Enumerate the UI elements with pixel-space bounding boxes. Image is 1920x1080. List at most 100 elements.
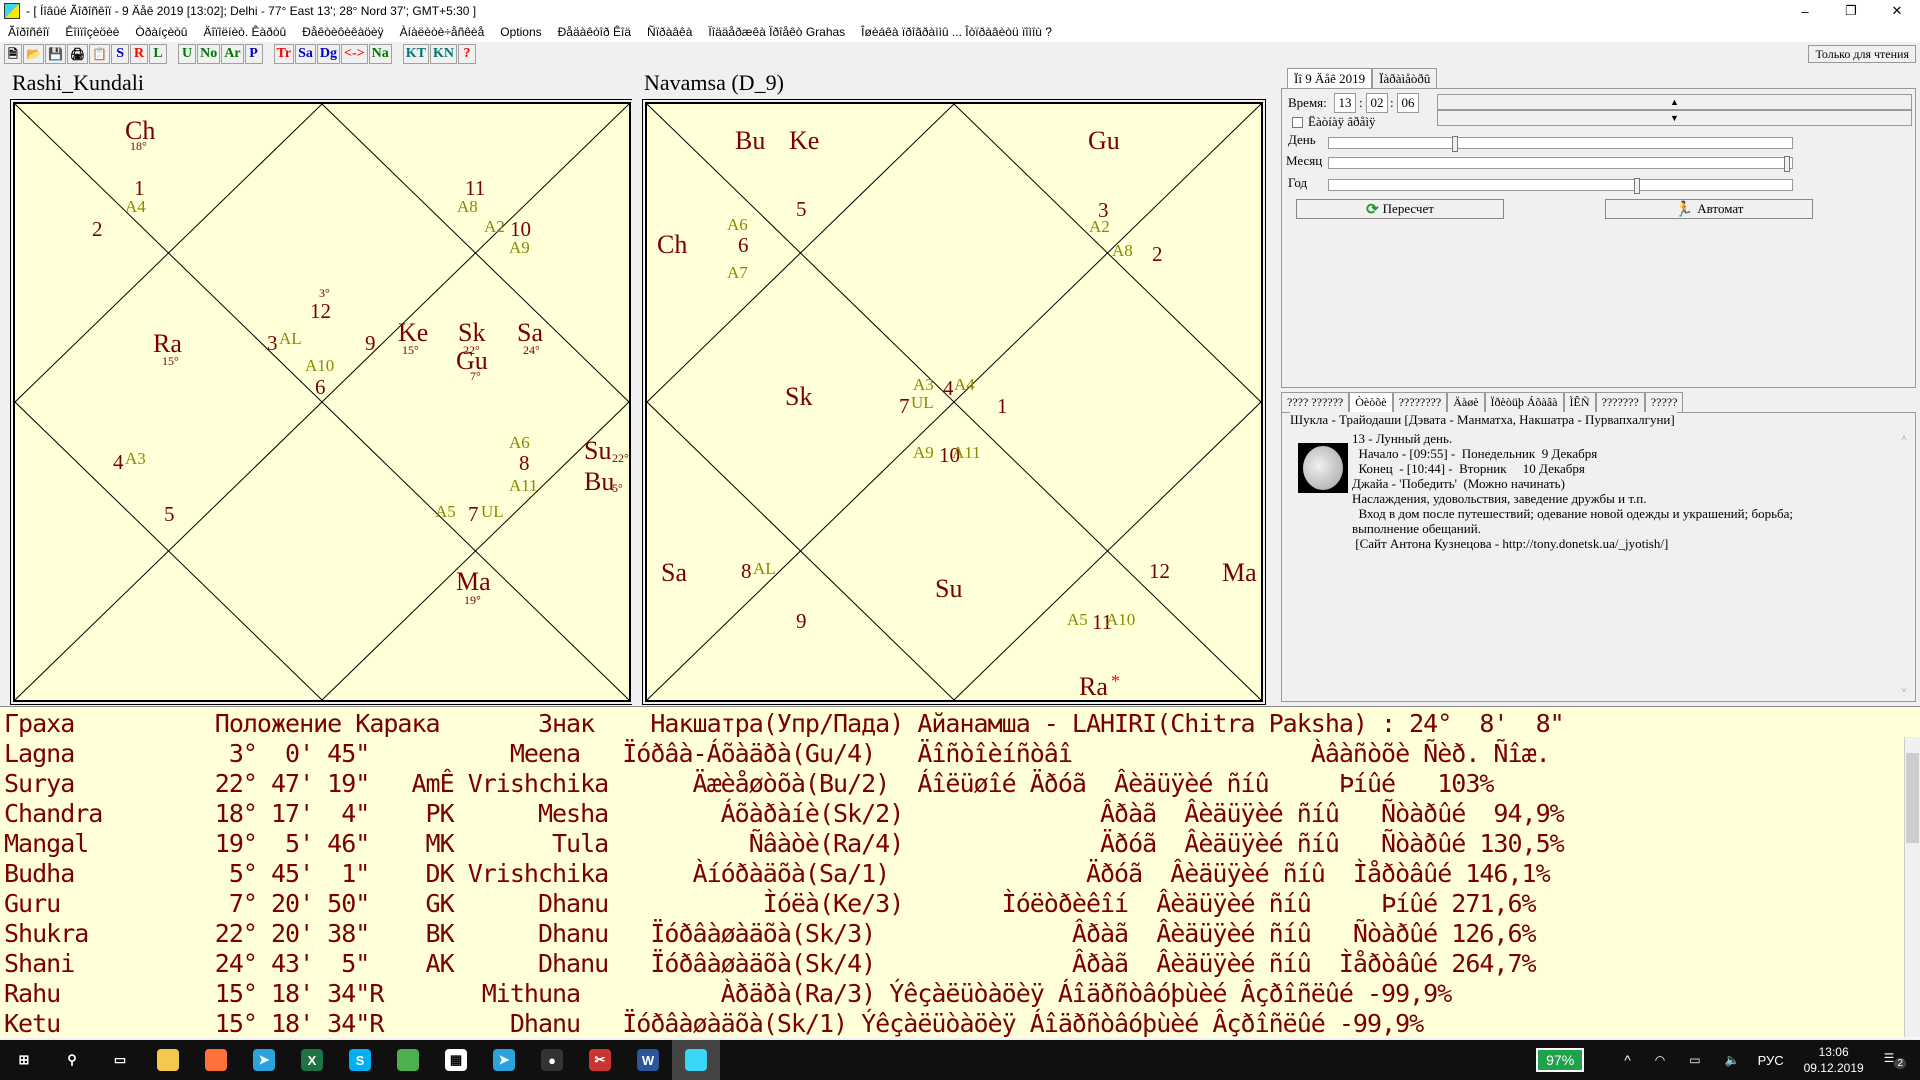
table-row[interactable]: Shani 24° 43' 5" AK Dhanu Ïóðâàøàäõà(Sk/… [4,949,1537,979]
second-input[interactable]: 06 [1397,93,1419,113]
clipboard-icon[interactable]: 📋 [89,44,111,64]
telegram-2-icon[interactable]: ➤ [480,1040,528,1080]
hour-input[interactable]: 13 [1334,93,1356,113]
toolbar-button-kt[interactable]: KT [402,44,429,64]
clock[interactable]: 13:06 09.12.2019 [1804,1044,1864,1076]
toolbar-button-u[interactable]: U [178,44,197,64]
year-slider[interactable] [1328,178,1793,194]
battery-indicator[interactable]: 97% [1536,1048,1585,1072]
menu-item[interactable]: Êîìïîçèöèè [57,25,127,39]
info-tab[interactable]: Äàøè [1447,392,1485,412]
word-icon[interactable]: W [624,1040,672,1080]
info-tab[interactable]: ????? [1644,392,1684,412]
menu-item[interactable]: Ñïðàâêà [639,25,700,39]
table-row[interactable]: Surya 22° 47' 19" AmÊ Vrishchika Äæèåøòõ… [4,769,1494,799]
battery-icon[interactable]: ▭ [1689,1053,1700,1067]
info-tab[interactable]: Òèòõè [1349,392,1393,412]
year-slider-thumb[interactable] [1634,178,1640,194]
info-scrollbar[interactable]: ˄ ˅ [1897,433,1911,695]
toolbar-button-s[interactable]: S [111,44,130,64]
telegram-icon[interactable]: ➤ [240,1040,288,1080]
menu-item[interactable]: Òðàíçèòû [127,25,195,39]
info-tab[interactable]: ???????? [1392,392,1448,412]
month-slider[interactable] [1328,156,1793,172]
minute-input[interactable]: 02 [1366,93,1388,113]
rashi-chart[interactable]: Ch 18° 1 A4 2 11 A8 A2 10 A9 3° 12 Ke 15° Sk 22° Sa 24° Gu… [10,99,634,705]
notifications-icon[interactable]: ☰ 2 [1884,1051,1906,1069]
toolbar-button-kn[interactable]: KN [429,44,457,64]
tab-parameters[interactable]: Ïàðàìåòðû [1372,68,1438,89]
recalc-button[interactable]: ⟳ Пересчет [1296,199,1504,219]
toolbar-button-r[interactable]: R [130,44,149,64]
info-tab[interactable]: ??????? [1595,392,1645,412]
search-icon[interactable]: ⚲ [48,1040,96,1080]
toolbar-button-?[interactable]: ? [457,44,476,64]
toolbar-button-ar[interactable]: Ar [221,44,244,64]
toolbar-button-sa[interactable]: Sa [295,44,316,64]
day-slider[interactable] [1328,136,1793,152]
menu-item[interactable]: Äîïîëíèò. Êàðòû [195,25,294,39]
snipping-tool-icon[interactable]: ✂ [576,1040,624,1080]
skype-icon[interactable]: S [336,1040,384,1080]
toolbar-button-tr[interactable]: Tr [273,44,295,64]
start-icon[interactable]: ⊞ [0,1040,48,1080]
excel-icon[interactable]: X [288,1040,336,1080]
minimize-button[interactable]: – [1782,0,1828,22]
menu-item[interactable]: Ïîääåðæêà Ïðîåêò Grahas [700,25,853,39]
table-row[interactable]: Mangal 19° 5' 46" MK Tula Ñâàòè(Ra/4) Äð… [4,829,1565,859]
language-indicator[interactable]: РУС [1758,1053,1784,1068]
table-row[interactable]: Lagna 3° 0' 45" Meena Ïóðâà-Áõàäðà(Gu/4)… [4,739,1551,769]
calculator-icon[interactable]: ▦ [432,1040,480,1080]
arudha-label: A9 [509,238,530,257]
toolbar-button-l[interactable]: L [149,44,168,64]
chrome-icon[interactable] [384,1040,432,1080]
close-button[interactable]: ✕ [1874,0,1920,22]
save-icon[interactable]: 💾 [44,44,66,64]
info-tab[interactable]: ÌÊÑ [1563,392,1596,412]
menu-item[interactable]: Ðåäàêòîð Êîä [550,25,639,39]
tab-date[interactable]: Ïî 9 Äåê 2019 [1287,68,1373,89]
scroll-down-icon[interactable]: ˅ [1897,685,1911,695]
auto-button[interactable]: 🏃 Автомат [1605,199,1813,219]
menu-item[interactable]: Options [492,25,549,39]
grahas-app-icon[interactable] [672,1040,720,1080]
table-row[interactable]: Guru 7° 20' 50" GK Dhanu Ìóëà(Ke/3) Ìóëò… [4,889,1537,919]
scroll-up-icon[interactable]: ˄ [1897,433,1911,443]
table-row[interactable]: Budha 5° 45' 1" DK Vrishchika Àíóðàäõà(S… [4,859,1551,889]
toolbar-button-no[interactable]: No [197,44,221,64]
table-row[interactable]: Chandra 18° 17' 4" PK Mesha Áõàðàíè(Sk/2… [4,799,1565,829]
readonly-button[interactable]: Только для чтения [1808,45,1916,63]
menu-item[interactable]: Ðåêòèôèêàöèÿ [294,25,391,39]
month-slider-thumb[interactable] [1784,156,1790,172]
table-row[interactable]: Ketu 15° 18' 34"R Dhanu Ïóðâàøàäõà(Sk/1)… [4,1009,1424,1038]
day-slider-thumb[interactable] [1452,136,1458,152]
toolbar-button-dg[interactable]: Dg [316,44,340,64]
spin-up-button[interactable]: ▲ [1437,94,1912,110]
table-row[interactable]: Shukra 22° 20' 38" BK Dhanu Ïóðâàøàäõà(S… [4,919,1537,949]
volume-icon[interactable]: 🔈 [1725,1053,1740,1067]
print-icon[interactable]: 🖨 [66,44,89,64]
wifi-icon[interactable]: ◠ [1655,1053,1665,1067]
local-time-checkbox[interactable] [1292,117,1303,128]
navamsa-chart[interactable]: Bu Ke Gu 5 A6 Ch 6 A7 3 A2 A8 2 A3 4 A4 Sk 7 UL 1 A9 10 A11 Sa… [642,99,1266,705]
table-scrollbar[interactable] [1904,737,1920,1037]
menu-item[interactable]: Ãîðîñêîï [0,25,57,39]
table-row[interactable]: Rahu 15° 18' 34"R Mithuna Àðäðà(Ra/3) Ýê… [4,979,1452,1009]
obs-icon[interactable]: ● [528,1040,576,1080]
firefox-icon[interactable] [192,1040,240,1080]
info-tab[interactable]: ???? ?????? [1281,392,1350,412]
info-tab[interactable]: Ïðèòüþ Áõàâà [1484,392,1564,412]
toolbar-button-p[interactable]: P [244,44,263,64]
menu-item[interactable]: Àíàëèòè÷åñêèå [392,25,493,39]
open-folder-icon[interactable]: 📂 [23,44,44,64]
new-document-icon[interactable]: 🗎 [4,44,22,64]
task-view-icon[interactable]: ▭ [96,1040,144,1080]
toolbar-button-na[interactable]: Na [368,44,392,64]
toolbar-button-[interactable]: <-> [340,44,368,64]
table-scroll-thumb[interactable] [1906,753,1919,843]
spin-down-button[interactable]: ▼ [1437,110,1912,126]
file-explorer-icon[interactable] [144,1040,192,1080]
menu-item[interactable]: Îøèáêà ïðîãðàììû ... Îòïðàâèòü ïîìîù ? [853,25,1060,39]
chevron-up-icon[interactable]: ^ [1624,1052,1631,1068]
maximize-button[interactable]: ❐ [1828,0,1874,22]
